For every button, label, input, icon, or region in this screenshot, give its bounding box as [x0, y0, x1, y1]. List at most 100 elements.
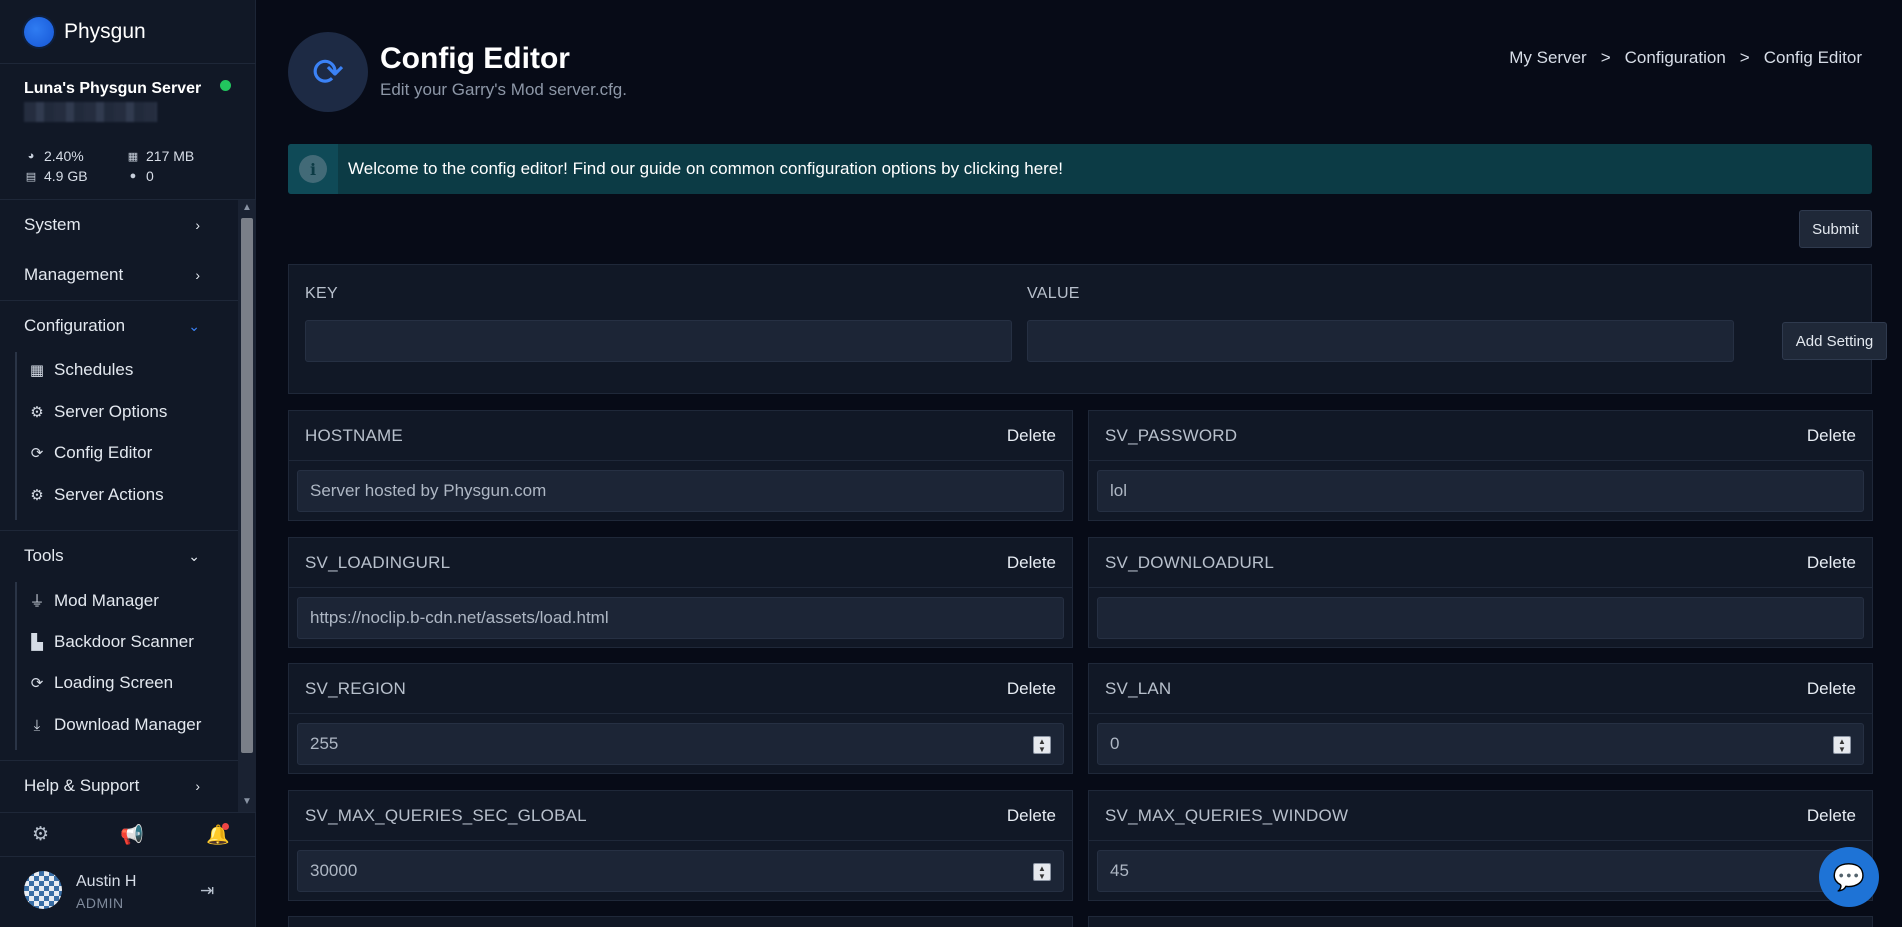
- sidebar-item-label: Loading Screen: [54, 673, 174, 692]
- breadcrumb-my-server[interactable]: My Server: [1509, 48, 1586, 68]
- setting-key: SV_MAX_QUERIES_SEC_GLOBAL: [305, 806, 587, 825]
- nav-configuration-label: Configuration: [24, 316, 126, 335]
- main-content: ⟳ Config Editor Edit your Garry's Mod se…: [256, 0, 1902, 927]
- chevron-down-icon: ⌄: [188, 317, 200, 334]
- megaphone-icon[interactable]: 📢: [120, 823, 144, 847]
- alert-text[interactable]: Welcome to the config editor! Find our g…: [348, 159, 1063, 179]
- logout-icon[interactable]: ⇥: [200, 881, 214, 901]
- server-address-redacted: [24, 102, 157, 122]
- scroll-up-arrow-icon[interactable]: ▲: [238, 202, 256, 213]
- add-setting-button[interactable]: Add Setting: [1782, 322, 1887, 360]
- sync-icon: ⟳: [30, 675, 44, 692]
- scroll-down-arrow-icon[interactable]: ▼: [238, 796, 256, 807]
- setting-card-partial: [1088, 916, 1873, 927]
- download-icon: ⤓: [33, 716, 41, 734]
- setting-card: SV_MAX_QUERIES_SEC_GLOBAL Delete 30000 ▲…: [288, 790, 1073, 901]
- number-spinner-icon[interactable]: ▲ ▼: [1033, 736, 1051, 754]
- breadcrumb: My Server > Configuration > Config Edito…: [1509, 48, 1862, 68]
- chevron-right-icon: ›: [195, 778, 200, 794]
- setting-key: SV_DOWNLOADURL: [1105, 553, 1275, 572]
- sidebar-item-loading-screen[interactable]: ⟳ Loading Screen: [28, 673, 173, 693]
- setting-card-header: SV_MAX_QUERIES_SEC_GLOBAL Delete: [289, 791, 1072, 841]
- setting-card-header: SV_DOWNLOADURL Delete: [1089, 538, 1872, 588]
- server-status-dot: [220, 80, 231, 91]
- setting-card: SV_PASSWORD Delete lol: [1088, 410, 1873, 521]
- setting-key: SV_LAN: [1105, 679, 1172, 698]
- nav-tools[interactable]: Tools ⌄: [0, 531, 238, 581]
- door-icon: ▙: [31, 634, 43, 651]
- setting-card-header: SV_MAX_QUERIES_WINDOW Delete: [1089, 791, 1872, 841]
- user-role: ADMIN: [76, 895, 124, 911]
- sidebar-item-label: Server Actions: [54, 485, 164, 504]
- physgun-logo-icon: [24, 16, 54, 47]
- user-icon: ●: [129, 170, 137, 182]
- nav-system-label: System: [24, 215, 81, 234]
- number-spinner-icon[interactable]: ▲ ▼: [1033, 863, 1051, 881]
- brand[interactable]: Physgun: [0, 0, 256, 64]
- submenu-rail: [15, 582, 17, 750]
- setting-key: SV_REGION: [305, 679, 406, 698]
- chat-icon[interactable]: 💬: [1819, 847, 1879, 907]
- server-name: Luna's Physgun Server: [24, 80, 202, 97]
- delete-button[interactable]: Delete: [1807, 426, 1856, 446]
- delete-button[interactable]: Delete: [1807, 679, 1856, 699]
- submit-button[interactable]: Submit: [1799, 210, 1872, 248]
- nav-help-label: Help & Support: [24, 776, 140, 795]
- sidebar-item-download-manager[interactable]: ⤓ Download Manager: [28, 715, 202, 735]
- avatar[interactable]: [24, 871, 62, 909]
- key-input[interactable]: [305, 320, 1012, 362]
- delete-button[interactable]: Delete: [1007, 679, 1056, 699]
- setting-number-input[interactable]: 45: [1097, 850, 1864, 892]
- nav-configuration[interactable]: Configuration ⌄: [0, 301, 238, 351]
- sidebar-scrollbar[interactable]: ▲ ▼: [238, 200, 256, 812]
- delete-button[interactable]: Delete: [1007, 553, 1056, 573]
- setting-value: 0: [1110, 734, 1120, 753]
- nav-help-support[interactable]: Help & Support ›: [0, 761, 238, 811]
- setting-value-input[interactable]: https://noclip.b-cdn.net/assets/load.htm…: [297, 597, 1064, 639]
- value-label: VALUE: [1027, 285, 1080, 302]
- setting-value-input[interactable]: [1097, 597, 1864, 639]
- settings-cogs-icon[interactable]: ⚙: [32, 823, 49, 846]
- setting-number-input[interactable]: 30000 ▲ ▼: [297, 850, 1064, 892]
- nav-system[interactable]: System ›: [0, 200, 238, 250]
- cpu-value: 2.40%: [44, 148, 84, 164]
- nav-management[interactable]: Management ›: [0, 250, 238, 300]
- delete-button[interactable]: Delete: [1807, 806, 1856, 826]
- memory-icon: ▦: [127, 150, 139, 163]
- sidebar-item-schedules[interactable]: ▦ Schedules: [28, 360, 133, 380]
- sidebar-item-label: Download Manager: [54, 715, 202, 734]
- number-spinner-icon[interactable]: ▲ ▼: [1833, 736, 1851, 754]
- setting-number-input[interactable]: 0 ▲ ▼: [1097, 723, 1864, 765]
- setting-card-partial: [288, 916, 1073, 927]
- setting-card: HOSTNAME Delete Server hosted by Physgun…: [288, 410, 1073, 521]
- sidebar-item-backdoor-scanner[interactable]: ▙ Backdoor Scanner: [28, 632, 194, 652]
- scrollbar-thumb[interactable]: [241, 218, 253, 753]
- server-card[interactable]: Luna's Physgun Server ◕ 2.40% ▦ 217 MB ▤…: [0, 64, 256, 200]
- breadcrumb-config-editor: Config Editor: [1763, 48, 1862, 67]
- setting-value-input[interactable]: Server hosted by Physgun.com: [297, 470, 1064, 512]
- setting-number-input[interactable]: 255 ▲ ▼: [297, 723, 1064, 765]
- setting-card-header: HOSTNAME Delete: [289, 411, 1072, 461]
- setting-card: SV_MAX_QUERIES_WINDOW Delete 45: [1088, 790, 1873, 901]
- breadcrumb-configuration[interactable]: Configuration: [1625, 48, 1726, 68]
- sidebar-item-server-actions[interactable]: ⚙ Server Actions: [28, 485, 164, 505]
- sidebar-item-config-editor[interactable]: ⟳ Config Editor: [28, 443, 153, 463]
- setting-card-header: SV_REGION Delete: [289, 664, 1072, 714]
- sidebar-item-mod-manager[interactable]: ⏚ Mod Manager: [28, 590, 158, 611]
- sidebar: Physgun Luna's Physgun Server ◕ 2.40% ▦ …: [0, 0, 256, 927]
- gears-icon: ⚙: [30, 487, 44, 504]
- info-icon: i: [299, 155, 327, 183]
- info-alert[interactable]: i Welcome to the config editor! Find our…: [288, 144, 1872, 194]
- setting-value: 255: [310, 734, 339, 753]
- setting-value-input[interactable]: lol: [1097, 470, 1864, 512]
- nav-tools-label: Tools: [24, 546, 64, 565]
- setting-value: 30000: [310, 861, 358, 880]
- delete-button[interactable]: Delete: [1007, 426, 1056, 446]
- value-input[interactable]: [1027, 320, 1734, 362]
- delete-button[interactable]: Delete: [1807, 553, 1856, 573]
- setting-card: SV_LOADINGURL Delete https://noclip.b-cd…: [288, 537, 1073, 648]
- cpu-stat: ◕ 2.40%: [24, 148, 84, 164]
- sidebar-item-server-options[interactable]: ⚙ Server Options: [28, 402, 167, 422]
- delete-button[interactable]: Delete: [1007, 806, 1056, 826]
- sidebar-item-label: Backdoor Scanner: [54, 632, 194, 651]
